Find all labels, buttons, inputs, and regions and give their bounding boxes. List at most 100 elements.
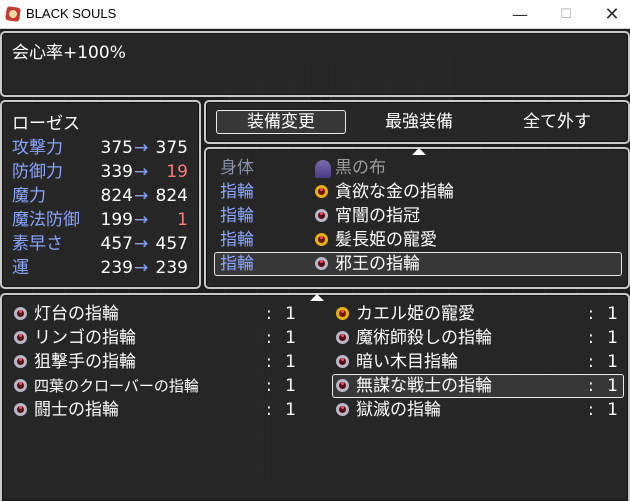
item-name: 無謀な戦士の指輪: [356, 376, 492, 396]
slot-row[interactable]: 身体 黒の布: [206, 157, 626, 179]
equipped-item: 貪欲な金の指輪: [335, 182, 454, 202]
game-screen: 会心率+100% ローゼス 攻撃力 375 → 375 防御力 339 → 19 魔力 824 → 8…: [0, 29, 630, 501]
item-row[interactable]: カエル姫の寵愛:1: [334, 303, 622, 325]
window-titlebar: BLACK SOULS — ☐ ✕: [0, 0, 630, 29]
status-window: ローゼス 攻撃力 375 → 375 防御力 339 → 19 魔力 824 → 824 魔法防御 199…: [0, 100, 201, 289]
item-row[interactable]: 暗い木目指輪:1: [334, 351, 622, 373]
stat-arrow: →: [134, 234, 149, 254]
stat-new: 239: [155, 258, 188, 278]
item-name: 暗い木目指輪: [356, 352, 458, 372]
item-count: 1: [285, 376, 296, 396]
item-count: 1: [607, 400, 618, 420]
equipped-item: 宵闇の指冠: [335, 206, 420, 226]
item-name: 四葉のクローバーの指輪: [34, 377, 199, 395]
item-window: 灯台の指輪:1 リンゴの指輪:1 狙撃手の指輪:1 四葉のクローバーの指輪:1 闘士の指…: [0, 293, 630, 501]
optimize-command[interactable]: 最強装備: [354, 111, 484, 133]
slot-row[interactable]: 指輪 貪欲な金の指輪: [206, 181, 626, 203]
item-row[interactable]: リンゴの指輪:1: [12, 327, 300, 349]
app-icon: [5, 6, 21, 22]
help-text: 会心率+100%: [12, 43, 126, 63]
item-name: 闘士の指輪: [34, 400, 119, 420]
stat-current: 457: [100, 234, 133, 254]
actor-name: ローゼス: [12, 114, 80, 134]
item-separator: :: [588, 376, 594, 396]
item-count: 1: [285, 304, 296, 324]
silver-ring-icon: [336, 403, 349, 416]
equipped-item: 髪長姫の寵愛: [335, 230, 437, 250]
item-row[interactable]: 四葉のクローバーの指輪:1: [12, 375, 300, 397]
silver-ring-icon: [315, 209, 328, 222]
stat-new: 824: [155, 186, 188, 206]
slot-name: 身体: [220, 158, 254, 178]
stat-new: 375: [155, 138, 188, 158]
item-count: 1: [285, 328, 296, 348]
gold-ring-icon: [315, 185, 328, 198]
scroll-up-arrow: [310, 294, 324, 301]
stat-label: 攻撃力: [12, 138, 63, 158]
slot-window: 身体 黒の布 指輪 貪欲な金の指輪 指輪 宵闇の指冠 指輪 髪長姫の寵愛 指輪 邪王の指輪: [204, 147, 630, 289]
equipped-item: 邪王の指輪: [335, 254, 420, 274]
item-row[interactable]: 魔術師殺しの指輪:1: [334, 327, 622, 349]
silver-ring-icon: [14, 331, 27, 344]
scroll-up-arrow: [412, 148, 426, 155]
close-button[interactable]: ✕: [589, 0, 630, 28]
slot-row[interactable]: 指輪 宵闇の指冠: [206, 205, 626, 227]
slot-name: 指輪: [220, 254, 254, 274]
stat-arrow: →: [134, 210, 149, 230]
item-separator: :: [588, 352, 594, 372]
item-separator: :: [266, 328, 272, 348]
silver-ring-icon: [315, 257, 328, 270]
item-count: 1: [285, 400, 296, 420]
stat-label: 魔法防御: [12, 210, 80, 230]
stat-new: 19: [166, 162, 188, 182]
silver-ring-icon: [14, 379, 27, 392]
command-window: 装備変更 最強装備 全て外す: [204, 100, 630, 144]
silver-ring-icon: [14, 307, 27, 320]
stat-arrow: →: [134, 138, 149, 158]
minimize-button[interactable]: —: [497, 0, 543, 28]
slot-name: 指輪: [220, 182, 254, 202]
stat-new: 1: [177, 210, 188, 230]
stat-new: 457: [155, 234, 188, 254]
item-row[interactable]: 無謀な戦士の指輪:1: [334, 375, 622, 397]
stat-arrow: →: [134, 258, 149, 278]
slot-name: 指輪: [220, 230, 254, 250]
stat-current: 375: [100, 138, 133, 158]
equipped-item: 黒の布: [335, 158, 386, 178]
stat-current: 239: [100, 258, 133, 278]
stat-current: 339: [100, 162, 133, 182]
item-count: 1: [607, 328, 618, 348]
item-separator: :: [266, 376, 272, 396]
item-count: 1: [607, 304, 618, 324]
slot-name: 指輪: [220, 206, 254, 226]
stat-label: 防御力: [12, 162, 63, 182]
item-row[interactable]: 灯台の指輪:1: [12, 303, 300, 325]
stat-current: 824: [100, 186, 133, 206]
item-separator: :: [266, 400, 272, 420]
stat-arrow: →: [134, 186, 149, 206]
silver-ring-icon: [336, 379, 349, 392]
slot-row[interactable]: 指輪 邪王の指輪: [206, 253, 626, 275]
item-separator: :: [588, 304, 594, 324]
window-title: BLACK SOULS: [26, 6, 117, 21]
item-name: 獄滅の指輪: [356, 400, 441, 420]
item-count: 1: [607, 352, 618, 372]
gold-ring-icon: [336, 307, 349, 320]
silver-ring-icon: [336, 355, 349, 368]
item-separator: :: [266, 352, 272, 372]
clear-command[interactable]: 全て外す: [492, 111, 622, 133]
item-row[interactable]: 獄滅の指輪:1: [334, 399, 622, 421]
stat-label: 運: [12, 258, 29, 278]
item-separator: :: [588, 328, 594, 348]
stat-arrow: →: [134, 162, 149, 182]
equip-command[interactable]: 装備変更: [216, 111, 346, 133]
gold-ring-icon: [315, 233, 328, 246]
item-count: 1: [607, 376, 618, 396]
maximize-button[interactable]: ☐: [543, 0, 589, 28]
item-name: リンゴの指輪: [34, 328, 136, 348]
robe-icon: [315, 160, 331, 178]
slot-row[interactable]: 指輪 髪長姫の寵愛: [206, 229, 626, 251]
item-row[interactable]: 狙撃手の指輪:1: [12, 351, 300, 373]
stat-label: 魔力: [12, 186, 46, 206]
item-row[interactable]: 闘士の指輪:1: [12, 399, 300, 421]
